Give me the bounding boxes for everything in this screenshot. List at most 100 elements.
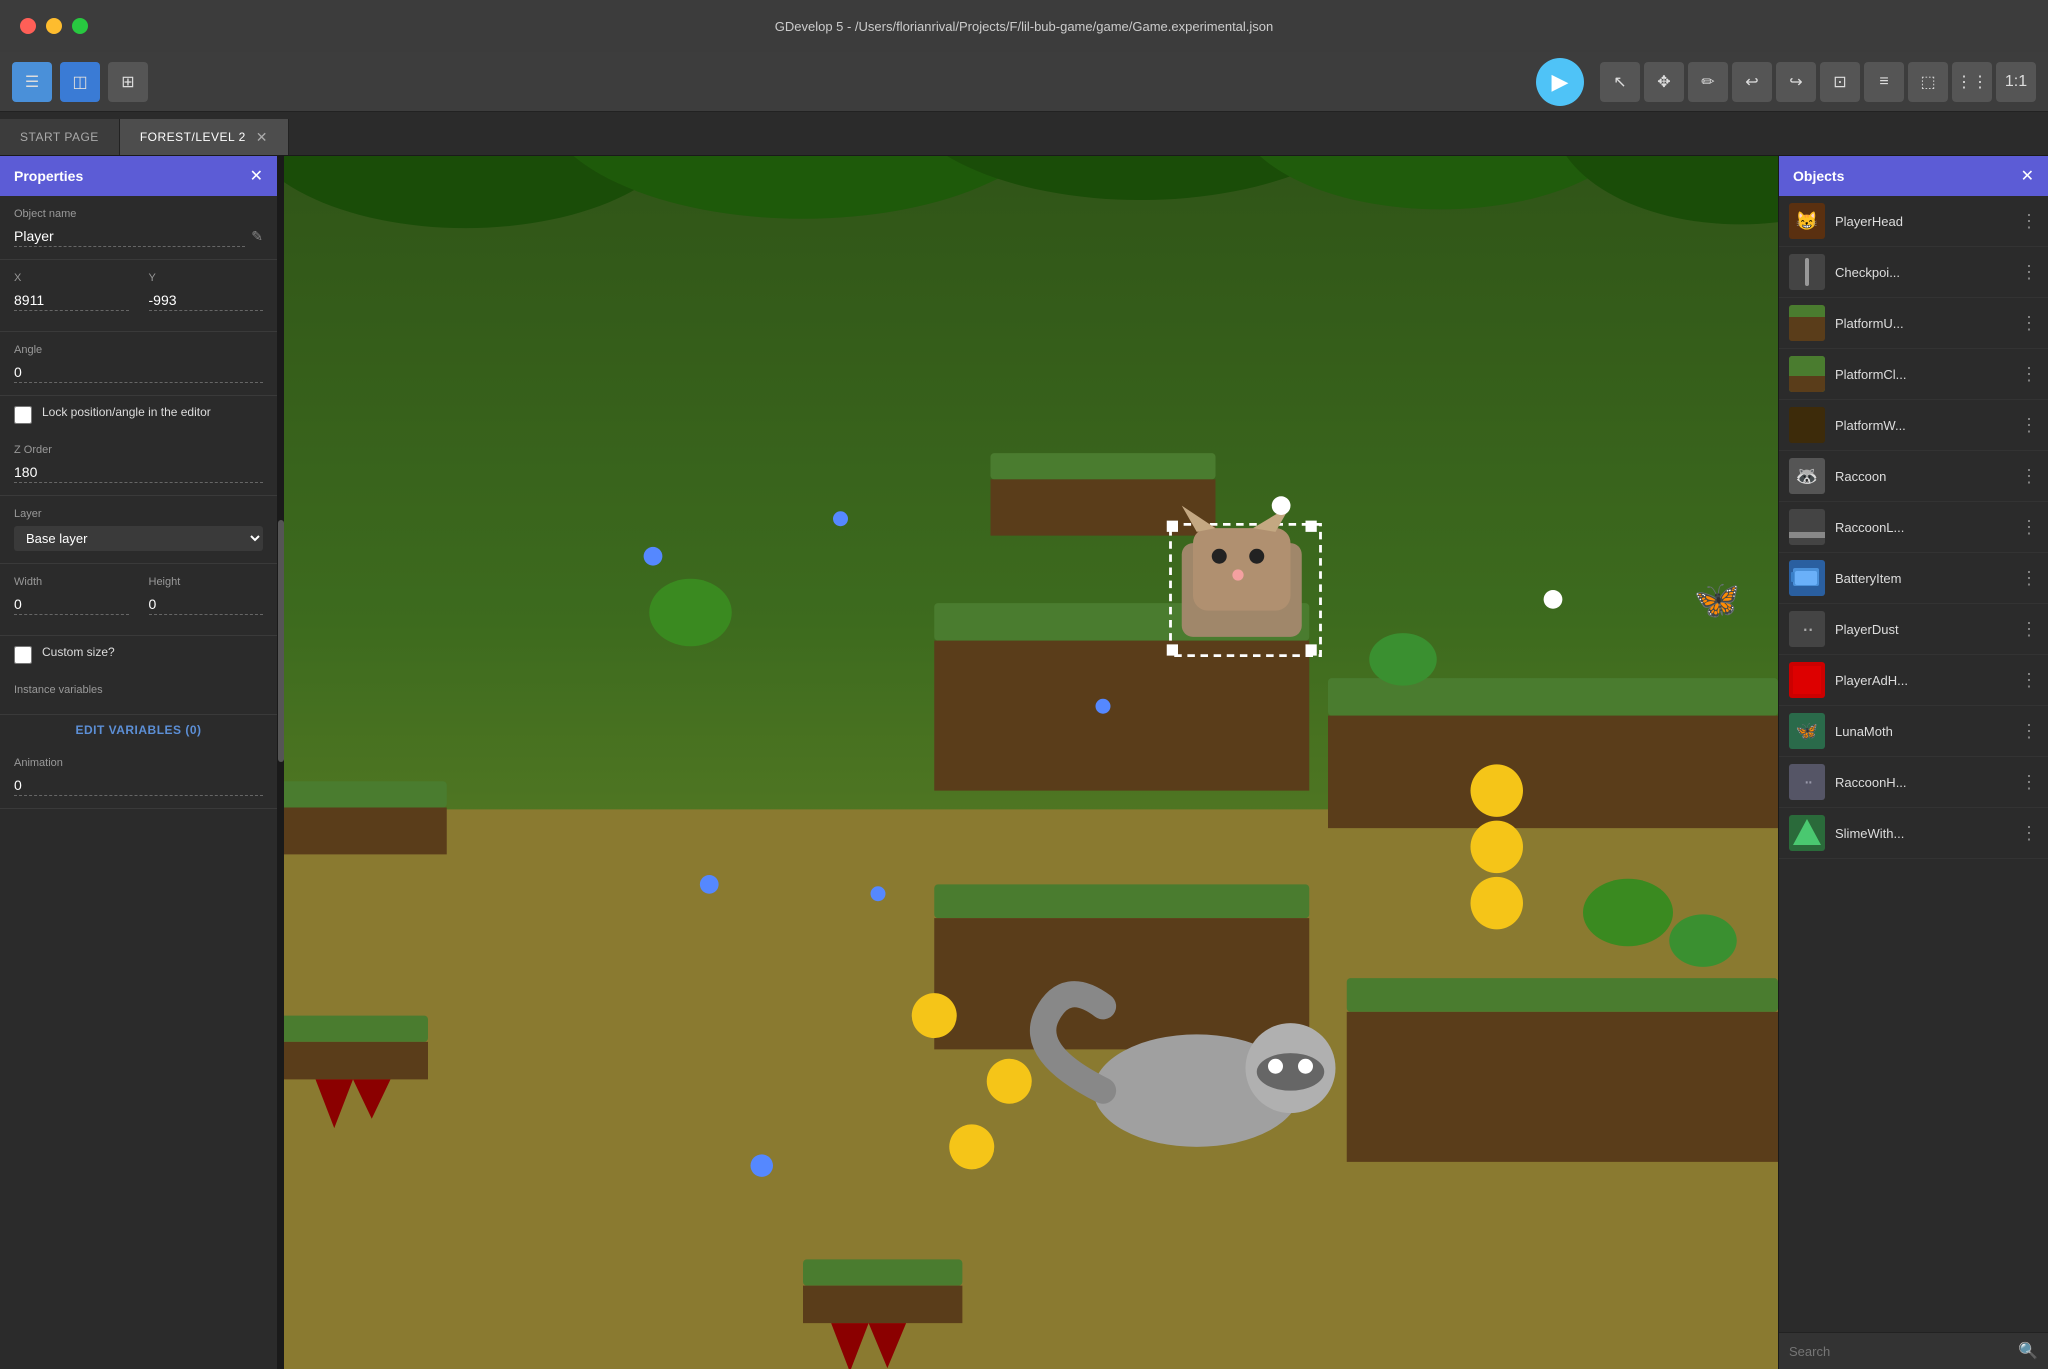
toolbar-list-button[interactable]: ≡ <box>1864 62 1904 102</box>
object-menu-playerdust[interactable]: ⋮ <box>2020 619 2038 640</box>
object-menu-slimewith[interactable]: ⋮ <box>2020 823 2038 844</box>
toolbar-undo-button[interactable]: ↩ <box>1732 62 1772 102</box>
object-icon-raccoonl <box>1789 509 1825 545</box>
vertical-scrollbar-track <box>278 156 284 1369</box>
object-menu-batteryitem[interactable]: ⋮ <box>2020 568 2038 589</box>
object-item-raccoon[interactable]: 🦝 Raccoon ⋮ <box>1779 451 2048 502</box>
object-menu-raccoon[interactable]: ⋮ <box>2020 466 2038 487</box>
objects-close-button[interactable]: ✕ <box>2021 166 2034 186</box>
tab-forest-label: FOREST/LEVEL 2 <box>140 130 246 144</box>
toolbar-scene-button[interactable]: ⊞ <box>108 62 148 102</box>
position-section: X Y <box>0 260 277 332</box>
objects-search-bar: 🔍 <box>1779 1332 2048 1369</box>
animation-input[interactable] <box>14 775 263 796</box>
object-item-raccoonl[interactable]: RaccoonL... ⋮ <box>1779 502 2048 553</box>
edit-name-icon[interactable]: ✎ <box>251 228 263 245</box>
object-name-label: Object name <box>14 208 263 220</box>
main-layout: Properties ✕ Object name ✎ X Y <box>0 156 2048 1369</box>
tab-forest-close[interactable]: ✕ <box>256 129 268 146</box>
angle-input[interactable] <box>14 362 263 383</box>
object-item-checkpoint[interactable]: Checkpoi... ⋮ <box>1779 247 2048 298</box>
toolbar-select-button[interactable]: ↖ <box>1600 62 1640 102</box>
object-menu-playerhead[interactable]: ⋮ <box>2020 211 2038 232</box>
object-name-slimewith: SlimeWith... <box>1835 826 2010 841</box>
x-input[interactable] <box>14 290 129 311</box>
object-menu-raccoonh[interactable]: ⋮ <box>2020 772 2038 793</box>
object-item-slimewith[interactable]: SlimeWith... ⋮ <box>1779 808 2048 859</box>
toolbar-redo-button[interactable]: ↪ <box>1776 62 1816 102</box>
angle-label: Angle <box>14 344 263 356</box>
properties-header: Properties ✕ <box>0 156 277 196</box>
height-label: Height <box>149 576 264 588</box>
vertical-scrollbar-thumb[interactable] <box>278 520 284 763</box>
object-name-input[interactable] <box>14 226 245 247</box>
properties-close-button[interactable]: ✕ <box>250 166 263 186</box>
toolbar-pencil-button[interactable]: ✏ <box>1688 62 1728 102</box>
game-canvas-area[interactable]: 🦋 🦋 <box>278 156 1778 1369</box>
instance-vars-section: Instance variables <box>0 672 277 715</box>
object-item-batteryitem[interactable]: BatteryItem ⋮ <box>1779 553 2048 604</box>
y-input[interactable] <box>149 290 264 311</box>
toolbar-menu-button[interactable]: ☰ <box>12 62 52 102</box>
toolbar-grid-button[interactable]: ⊡ <box>1820 62 1860 102</box>
object-name-batteryitem: BatteryItem <box>1835 571 2010 586</box>
layer-section: Layer Base layer <box>0 496 277 564</box>
object-item-playeradh[interactable]: PlayerAdH... ⋮ <box>1779 655 2048 706</box>
object-icon-lunamoth: 🦋 <box>1789 713 1825 749</box>
object-menu-platformcl[interactable]: ⋮ <box>2020 364 2038 385</box>
object-item-playerdust[interactable]: ·· PlayerDust ⋮ <box>1779 604 2048 655</box>
toolbar-frame-button[interactable]: ⬚ <box>1908 62 1948 102</box>
layer-select[interactable]: Base layer <box>14 526 263 551</box>
object-name-playerdust: PlayerDust <box>1835 622 2010 637</box>
object-name-platformw: PlatformW... <box>1835 418 2010 433</box>
object-menu-platformu[interactable]: ⋮ <box>2020 313 2038 334</box>
object-menu-raccoonl[interactable]: ⋮ <box>2020 517 2038 538</box>
object-item-lunamoth[interactable]: 🦋 LunaMoth ⋮ <box>1779 706 2048 757</box>
toolbar-project-button[interactable]: ◫ <box>60 62 100 102</box>
custom-size-row: Custom size? <box>0 636 277 672</box>
object-name-platformu: PlatformU... <box>1835 316 2010 331</box>
object-menu-lunamoth[interactable]: ⋮ <box>2020 721 2038 742</box>
tab-forest-level2[interactable]: FOREST/LEVEL 2 ✕ <box>120 119 289 155</box>
object-item-platformcl[interactable]: PlatformCl... ⋮ <box>1779 349 2048 400</box>
lock-position-checkbox[interactable] <box>14 406 32 424</box>
height-col: Height <box>149 576 264 615</box>
x-label: X <box>14 272 129 284</box>
toolbar-dots-button[interactable]: ⋮⋮ <box>1952 62 1992 102</box>
object-icon-playeradh <box>1789 662 1825 698</box>
object-item-platformu[interactable]: PlatformU... ⋮ <box>1779 298 2048 349</box>
lock-position-row: Lock position/angle in the editor <box>0 396 277 432</box>
object-icon-batteryitem <box>1789 560 1825 596</box>
object-item-platformw[interactable]: PlatformW... ⋮ <box>1779 400 2048 451</box>
width-input[interactable] <box>14 594 129 615</box>
object-item-raccoonh[interactable]: ·· RaccoonH... ⋮ <box>1779 757 2048 808</box>
height-input[interactable] <box>149 594 264 615</box>
game-scene: 🦋 🦋 <box>278 156 1778 1369</box>
x-col: X <box>14 272 129 311</box>
objects-title: Objects <box>1793 168 1844 184</box>
object-menu-checkpoint[interactable]: ⋮ <box>2020 262 2038 283</box>
z-order-input[interactable] <box>14 462 263 483</box>
object-menu-platformw[interactable]: ⋮ <box>2020 415 2038 436</box>
play-button[interactable]: ▶ <box>1536 58 1584 106</box>
object-menu-playeradh[interactable]: ⋮ <box>2020 670 2038 691</box>
tabs-bar: START PAGE FOREST/LEVEL 2 ✕ <box>0 112 2048 156</box>
toolbar-tools: ↖ ✥ ✏ ↩ ↪ ⊡ ≡ ⬚ ⋮⋮ 1:1 <box>1600 62 2036 102</box>
custom-size-label: Custom size? <box>42 644 115 661</box>
close-window-button[interactable] <box>20 18 36 34</box>
maximize-window-button[interactable] <box>72 18 88 34</box>
edit-variables-button[interactable]: EDIT VARIABLES (0) <box>0 715 277 745</box>
objects-header: Objects ✕ <box>1779 156 2048 196</box>
object-name-platformcl: PlatformCl... <box>1835 367 2010 382</box>
object-icon-playerdust: ·· <box>1789 611 1825 647</box>
minimize-window-button[interactable] <box>46 18 62 34</box>
tab-start-page[interactable]: START PAGE <box>0 119 120 155</box>
angle-section: Angle <box>0 332 277 396</box>
objects-search-input[interactable] <box>1789 1344 2010 1359</box>
object-name-checkpoint: Checkpoi... <box>1835 265 2010 280</box>
toolbar-scale-button[interactable]: 1:1 <box>1996 62 2036 102</box>
toolbar-move-button[interactable]: ✥ <box>1644 62 1684 102</box>
object-item-playerhead[interactable]: 😸 PlayerHead ⋮ <box>1779 196 2048 247</box>
object-icon-raccoon: 🦝 <box>1789 458 1825 494</box>
custom-size-checkbox[interactable] <box>14 646 32 664</box>
